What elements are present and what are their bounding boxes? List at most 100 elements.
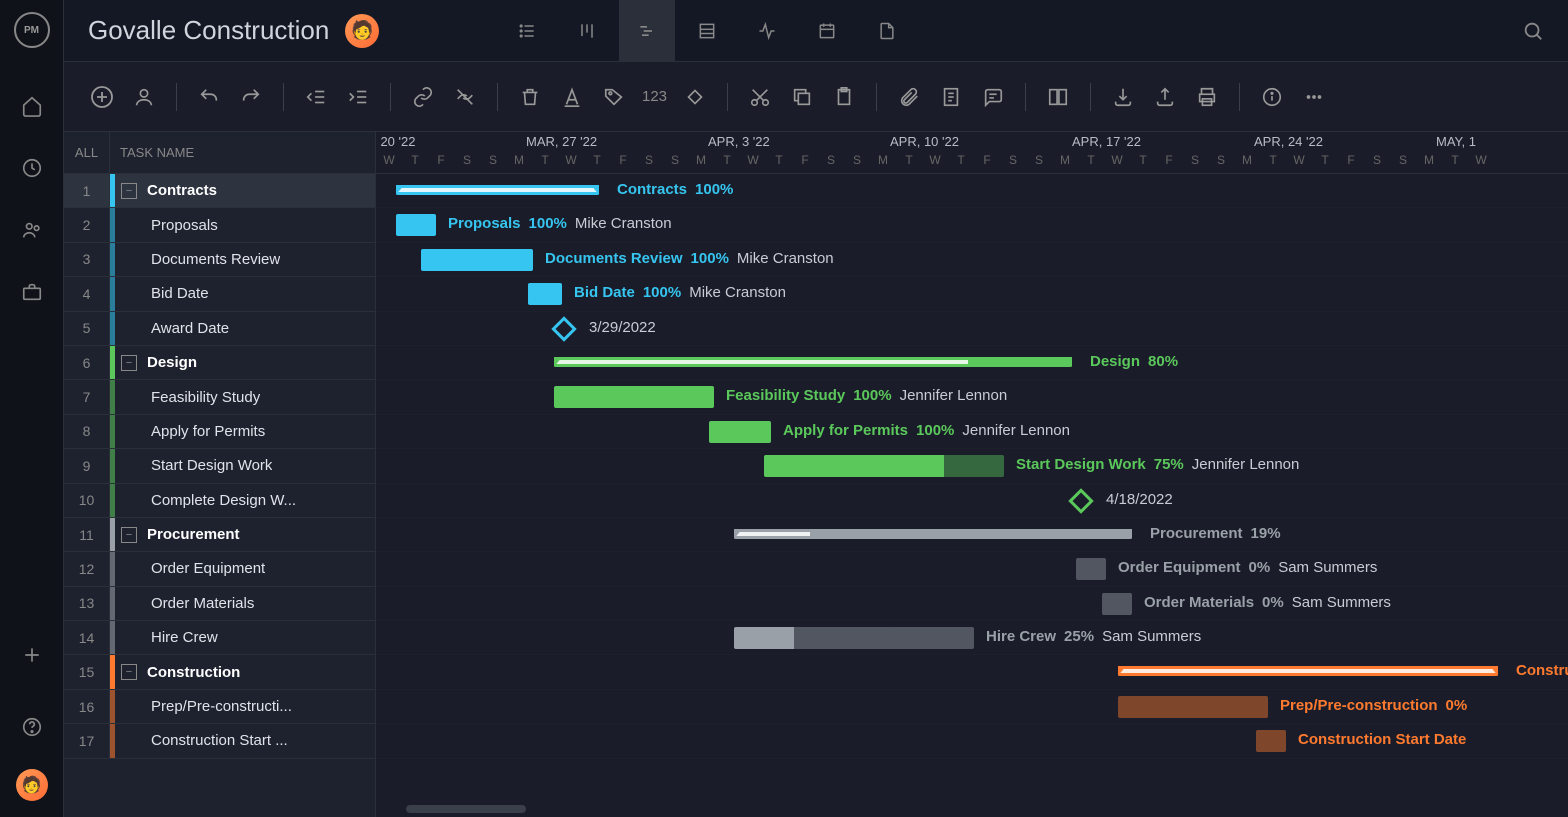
bar-label: Hire Crew <box>986 628 1056 645</box>
link-icon[interactable] <box>409 83 437 111</box>
undo-icon[interactable] <box>195 83 223 111</box>
gantt-task-bar[interactable] <box>734 627 974 649</box>
task-row[interactable]: 6−Design <box>64 346 375 380</box>
task-row[interactable]: 3Documents Review <box>64 243 375 277</box>
collapse-toggle[interactable]: − <box>121 183 137 199</box>
indent-icon[interactable] <box>344 83 372 111</box>
search-icon[interactable] <box>1522 20 1544 42</box>
gantt-task-bar[interactable] <box>709 421 771 443</box>
task-row[interactable]: 2Proposals <box>64 208 375 242</box>
task-row[interactable]: 17Construction Start ... <box>64 724 375 758</box>
gantt-summary-bar[interactable] <box>396 185 599 195</box>
gantt-task-bar[interactable] <box>1118 696 1268 718</box>
more-icon[interactable] <box>1300 83 1328 111</box>
export-icon[interactable] <box>1151 83 1179 111</box>
sheet-view-icon[interactable] <box>679 0 735 62</box>
help-icon[interactable] <box>12 707 52 747</box>
assign-icon[interactable] <box>130 83 158 111</box>
bar-label: Design <box>1090 353 1140 370</box>
home-icon[interactable] <box>12 86 52 126</box>
task-row[interactable]: 4Bid Date <box>64 277 375 311</box>
task-row[interactable]: 1−Contracts <box>64 174 375 208</box>
column-header-name[interactable]: TASK NAME <box>110 145 194 160</box>
collapse-toggle[interactable]: − <box>121 527 137 543</box>
task-row[interactable]: 7Feasibility Study <box>64 380 375 414</box>
task-row[interactable]: 9Start Design Work <box>64 449 375 483</box>
gantt-summary-bar[interactable] <box>1118 666 1498 676</box>
add-icon[interactable] <box>12 635 52 675</box>
collapse-toggle[interactable]: − <box>121 664 137 680</box>
gantt-task-bar[interactable] <box>528 283 562 305</box>
gantt-task-bar[interactable] <box>1102 593 1132 615</box>
gantt-summary-bar[interactable] <box>734 529 1132 539</box>
calendar-view-icon[interactable] <box>799 0 855 62</box>
bar-assignee: Sam Summers <box>1278 559 1377 576</box>
clock-icon[interactable] <box>12 148 52 188</box>
project-title: Govalle Construction <box>88 15 329 46</box>
tag-icon[interactable] <box>600 83 628 111</box>
board-view-icon[interactable] <box>559 0 615 62</box>
gantt-task-bar[interactable] <box>421 249 533 271</box>
gantt-summary-bar[interactable] <box>554 357 1072 367</box>
bar-label: Prep/Pre-construction <box>1280 697 1438 714</box>
milestone-marker[interactable] <box>1068 488 1093 513</box>
task-row[interactable]: 15−Construction <box>64 655 375 689</box>
gantt-task-bar[interactable] <box>764 455 1004 477</box>
horizontal-scrollbar[interactable] <box>376 805 1568 813</box>
task-name: Design <box>137 354 197 371</box>
comment-icon[interactable] <box>979 83 1007 111</box>
bar-label: Feasibility Study <box>726 387 845 404</box>
paste-icon[interactable] <box>830 83 858 111</box>
attach-icon[interactable] <box>895 83 923 111</box>
gantt-task-bar[interactable] <box>554 386 714 408</box>
row-number: 1 <box>64 174 110 207</box>
cut-icon[interactable] <box>746 83 774 111</box>
timeline-day: T <box>766 153 792 173</box>
add-task-icon[interactable] <box>88 83 116 111</box>
timeline-day: F <box>428 153 454 173</box>
briefcase-icon[interactable] <box>12 272 52 312</box>
task-name: Contracts <box>137 182 217 199</box>
team-icon[interactable] <box>12 210 52 250</box>
trash-icon[interactable] <box>516 83 544 111</box>
milestone-marker[interactable] <box>551 316 576 341</box>
user-avatar[interactable]: 🧑 <box>16 769 48 801</box>
row-number: 14 <box>64 621 110 654</box>
copy-icon[interactable] <box>788 83 816 111</box>
task-row[interactable]: 14Hire Crew <box>64 621 375 655</box>
unlink-icon[interactable] <box>451 83 479 111</box>
text-style-icon[interactable] <box>558 83 586 111</box>
info-icon[interactable] <box>1258 83 1286 111</box>
row-number: 9 <box>64 449 110 482</box>
category-color <box>110 346 115 379</box>
milestone-date: 4/18/2022 <box>1106 491 1173 508</box>
print-icon[interactable] <box>1193 83 1221 111</box>
project-owner-avatar[interactable]: 🧑 <box>345 14 379 48</box>
gantt-task-bar[interactable] <box>1076 558 1106 580</box>
outdent-icon[interactable] <box>302 83 330 111</box>
activity-view-icon[interactable] <box>739 0 795 62</box>
task-row[interactable]: 8Apply for Permits <box>64 415 375 449</box>
milestone-icon[interactable] <box>681 83 709 111</box>
import-icon[interactable] <box>1109 83 1137 111</box>
bar-pct: 100% <box>853 387 891 404</box>
task-row[interactable]: 10Complete Design W... <box>64 484 375 518</box>
redo-icon[interactable] <box>237 83 265 111</box>
file-view-icon[interactable] <box>859 0 915 62</box>
task-row[interactable]: 13Order Materials <box>64 587 375 621</box>
columns-icon[interactable] <box>1044 83 1072 111</box>
gantt-task-bar[interactable] <box>396 214 436 236</box>
gantt-chart[interactable]: 3, 20 '22 MAR, 27 '22APR, 3 '22APR, 10 '… <box>376 132 1568 817</box>
gantt-task-bar[interactable] <box>1256 730 1286 752</box>
task-row[interactable]: 11−Procurement <box>64 518 375 552</box>
task-row[interactable]: 16Prep/Pre-constructi... <box>64 690 375 724</box>
task-row[interactable]: 12Order Equipment <box>64 552 375 586</box>
notes-icon[interactable] <box>937 83 965 111</box>
list-view-icon[interactable] <box>499 0 555 62</box>
collapse-toggle[interactable]: − <box>121 355 137 371</box>
number-format[interactable]: 123 <box>642 88 667 105</box>
column-header-all[interactable]: ALL <box>64 132 110 173</box>
gantt-view-icon[interactable] <box>619 0 675 62</box>
task-row[interactable]: 5Award Date <box>64 312 375 346</box>
app-logo[interactable]: PM <box>14 12 50 48</box>
